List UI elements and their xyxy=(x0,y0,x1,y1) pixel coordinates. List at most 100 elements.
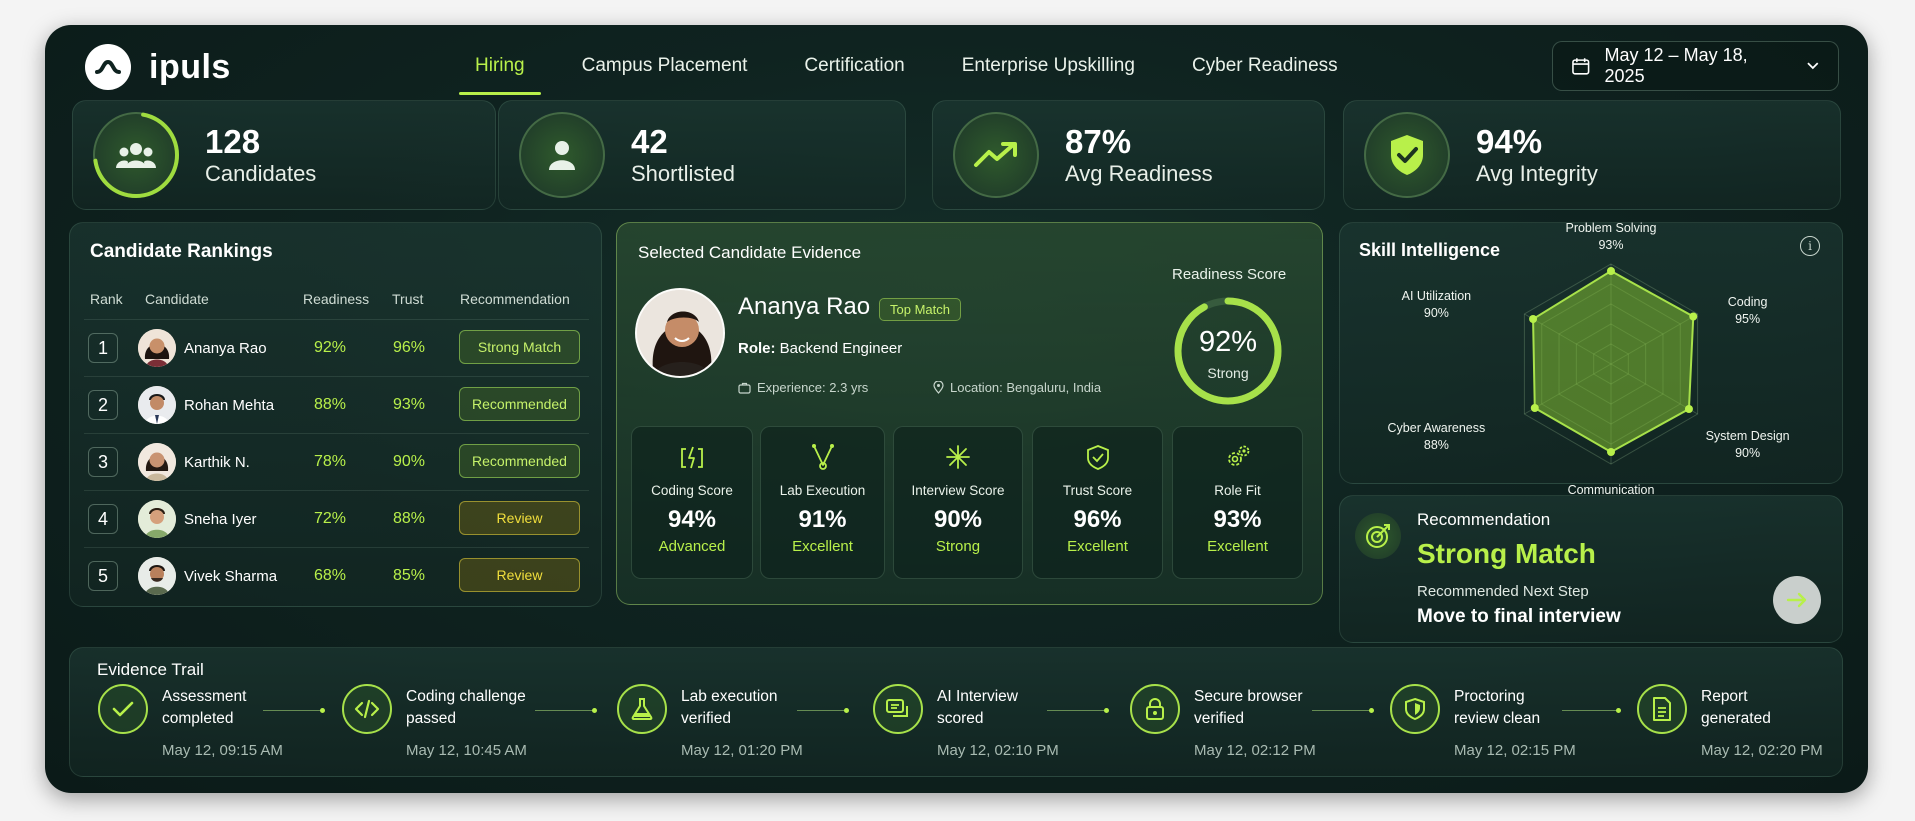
radar-axis-value: 93% xyxy=(1598,238,1624,252)
radar-axis-label: System Design 90% xyxy=(1688,428,1808,462)
radar-axis-label: AI Utilization 90% xyxy=(1376,288,1496,322)
metric-coding-score: Coding Score 94% Advanced xyxy=(631,426,753,579)
tab-hiring[interactable]: Hiring xyxy=(459,53,541,95)
readiness-value: 78% xyxy=(314,453,347,470)
trust-value: 88% xyxy=(393,510,426,527)
trail-step-subtitle: completed xyxy=(162,710,234,727)
lock-icon xyxy=(1130,684,1180,734)
metric-label: Lab Execution xyxy=(779,483,866,498)
code-icon xyxy=(342,684,392,734)
readiness-gauge: 92% Strong xyxy=(1170,293,1286,409)
candidate-evidence-panel: Selected Candidate Evidence Ananya Rao T… xyxy=(616,222,1323,605)
next-step-value: Move to final interview xyxy=(1417,606,1621,627)
rank-number: 2 xyxy=(88,390,118,420)
tab-certification[interactable]: Certification xyxy=(804,53,904,95)
sparkle-icon xyxy=(894,443,1022,473)
trail-step-subtitle: review clean xyxy=(1454,710,1541,727)
panel-title: Evidence Trail xyxy=(97,660,204,679)
radar-axis-value: 90% xyxy=(1735,446,1761,460)
radar-axis-name: Problem Solving xyxy=(1565,221,1657,235)
radar-axis-label: Coding 95% xyxy=(1688,294,1808,328)
recommendation-badge: Recommended xyxy=(459,444,580,478)
tab-campus-placement[interactable]: Campus Placement xyxy=(582,53,748,95)
recommendation-badge: Review xyxy=(459,558,580,592)
next-step-button[interactable] xyxy=(1773,576,1821,624)
date-range-picker[interactable]: May 12 – May 18, 2025 xyxy=(1552,41,1839,91)
column-header-readiness: Readiness xyxy=(303,291,370,307)
chevron-down-icon xyxy=(1807,62,1819,70)
table-row[interactable]: 5 Vivek Sharma 68% 85% Review xyxy=(84,547,589,603)
candidate-name: Sneha Iyer xyxy=(184,511,257,528)
metric-grade: Excellent xyxy=(1067,538,1128,555)
top-nav: Hiring Campus Placement Certification En… xyxy=(459,53,1395,95)
radar-point xyxy=(1529,315,1538,323)
user-icon xyxy=(519,112,605,198)
recommendation-verdict: Strong Match xyxy=(1417,538,1596,569)
trail-step-time: May 12, 01:20 PM xyxy=(681,742,803,759)
metric-label: Coding Score xyxy=(651,483,733,498)
target-icon xyxy=(1355,513,1401,559)
trail-step-time: May 12, 02:12 PM xyxy=(1194,742,1316,759)
trail-step-subtitle: verified xyxy=(1194,710,1244,727)
table-row[interactable]: 3 Karthik N. 78% 90% Recommended xyxy=(84,433,589,489)
app-logo[interactable]: ipuls xyxy=(85,44,231,90)
readiness-value: 68% xyxy=(314,567,347,584)
readiness-value: 92% xyxy=(314,339,347,356)
trail-step-subtitle: passed xyxy=(406,710,456,727)
table-row[interactable]: 2 Rohan Mehta 88% 93% Recommended xyxy=(84,376,589,432)
gears-icon xyxy=(1173,443,1302,473)
radar-axis-name: AI Utilization xyxy=(1401,289,1472,303)
radar-point xyxy=(1607,267,1615,275)
trail-step-title: Report xyxy=(1701,688,1748,705)
avatar xyxy=(138,500,176,538)
shield-icon xyxy=(1390,684,1440,734)
table-row[interactable]: 4 Sneha Iyer 72% 88% Review xyxy=(84,490,589,546)
candidate-name: Ananya Rao xyxy=(184,340,267,357)
metric-value: 93% xyxy=(1213,506,1262,533)
trail-connector xyxy=(1047,708,1109,713)
metric-grade: Excellent xyxy=(1207,538,1268,555)
metric-interview-score: Interview Score 90% Strong xyxy=(893,426,1023,579)
evidence-trail-panel: Evidence Trail Assessment completed May 1… xyxy=(69,647,1843,777)
trail-step-title: AI Interview xyxy=(937,688,1018,705)
metric-value: 94% xyxy=(667,506,717,533)
table-row[interactable]: 1 Ananya Rao 92% 96% Strong Match xyxy=(84,319,589,375)
trail-step-time: May 12, 02:20 PM xyxy=(1701,742,1823,759)
metric-label: Trust Score xyxy=(1062,483,1133,498)
experience-info: Experience: 2.3 yrs xyxy=(738,380,868,395)
trail-connector xyxy=(797,708,849,713)
stat-card-avg-integrity: 94% Avg Integrity xyxy=(1343,100,1841,210)
arrow-right-icon xyxy=(1786,592,1807,608)
recommendation-badge: Recommended xyxy=(459,387,580,421)
column-header-rank: Rank xyxy=(90,291,123,307)
trail-step-subtitle: generated xyxy=(1701,710,1771,727)
trail-step-title: Proctoring xyxy=(1454,688,1525,705)
readiness-score-grade: Strong xyxy=(1207,365,1249,381)
tab-cyber-readiness[interactable]: Cyber Readiness xyxy=(1192,53,1338,95)
next-step-label: Recommended Next Step xyxy=(1417,583,1589,600)
trail-step-time: May 12, 02:10 PM xyxy=(937,742,1059,759)
avatar xyxy=(138,443,176,481)
avatar xyxy=(138,557,176,595)
metric-label: Role Fit xyxy=(1214,483,1261,498)
tab-enterprise-upskilling[interactable]: Enterprise Upskilling xyxy=(962,53,1135,95)
recommendation-badge: Review xyxy=(459,501,580,535)
metric-grade: Strong xyxy=(935,538,981,555)
metric-label: Interview Score xyxy=(911,483,1005,498)
readiness-score-title: Readiness Score xyxy=(1172,266,1287,283)
metric-grade: Advanced xyxy=(658,538,726,555)
candidate-role: Role: Backend Engineer xyxy=(738,340,902,357)
location-pin-icon xyxy=(933,381,944,394)
radar-axis-label: Cyber Awareness 88% xyxy=(1376,420,1496,454)
recommendation-title: Recommendation xyxy=(1417,510,1551,529)
stat-value: 42 xyxy=(631,123,668,161)
metric-role-fit: Role Fit 93% Excellent xyxy=(1172,426,1303,579)
role-value: Backend Engineer xyxy=(779,340,903,357)
trust-value: 93% xyxy=(393,396,426,413)
radar-axis-value: 90% xyxy=(1423,306,1449,320)
rank-number: 4 xyxy=(88,504,118,534)
shield-icon xyxy=(1033,443,1162,473)
metric-grade: Excellent xyxy=(792,538,853,555)
trail-connector xyxy=(535,708,597,713)
candidate-name: Ananya Rao xyxy=(738,293,871,320)
